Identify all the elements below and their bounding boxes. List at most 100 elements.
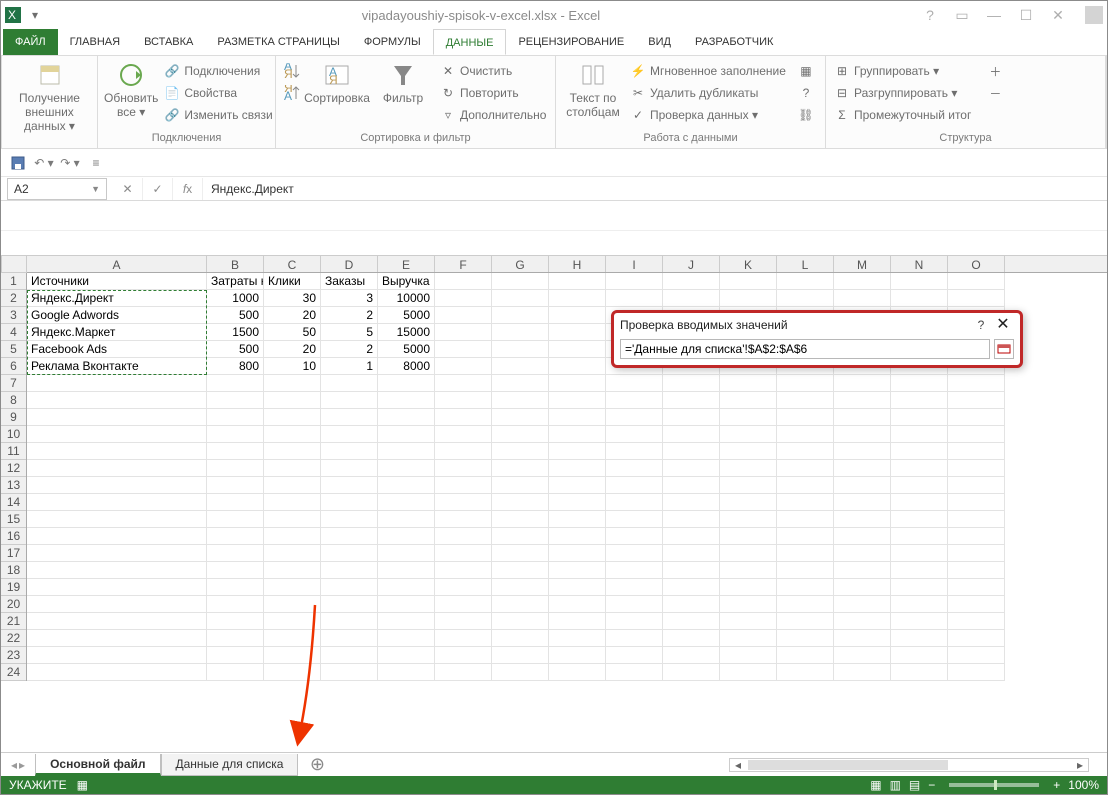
cell[interactable] bbox=[777, 477, 834, 494]
cell[interactable] bbox=[777, 596, 834, 613]
cell[interactable] bbox=[948, 613, 1005, 630]
cell[interactable] bbox=[264, 613, 321, 630]
cell[interactable] bbox=[606, 545, 663, 562]
cell[interactable] bbox=[264, 647, 321, 664]
cell[interactable] bbox=[549, 375, 606, 392]
cell[interactable] bbox=[720, 494, 777, 511]
consolidate-button[interactable]: ▦ bbox=[796, 60, 816, 82]
cell[interactable]: 5000 bbox=[378, 341, 435, 358]
flash-fill-button[interactable]: ⚡Мгновенное заполнение bbox=[628, 60, 788, 82]
tab-formulas[interactable]: ФОРМУЛЫ bbox=[352, 29, 433, 55]
fx-button[interactable]: fx bbox=[173, 178, 203, 200]
cell[interactable] bbox=[435, 494, 492, 511]
data-validation-dialog[interactable]: Проверка вводимых значений ? ✕ bbox=[611, 310, 1023, 368]
advanced-filter-button[interactable]: ▿Дополнительно bbox=[438, 104, 548, 126]
row-header-9[interactable]: 9 bbox=[1, 409, 26, 426]
cell[interactable] bbox=[435, 630, 492, 647]
edit-links-button[interactable]: 🔗Изменить связи bbox=[162, 104, 274, 126]
cell[interactable] bbox=[720, 443, 777, 460]
cell[interactable] bbox=[321, 528, 378, 545]
row-header-16[interactable]: 16 bbox=[1, 528, 26, 545]
cell[interactable]: 50 bbox=[264, 324, 321, 341]
help-icon[interactable]: ? bbox=[919, 7, 941, 23]
cell[interactable] bbox=[777, 392, 834, 409]
cell[interactable] bbox=[948, 409, 1005, 426]
cell[interactable] bbox=[606, 579, 663, 596]
cell[interactable] bbox=[264, 545, 321, 562]
cell[interactable] bbox=[834, 460, 891, 477]
cell[interactable] bbox=[891, 477, 948, 494]
cell[interactable] bbox=[492, 477, 549, 494]
cell[interactable] bbox=[492, 426, 549, 443]
properties-button[interactable]: 📄Свойства bbox=[162, 82, 274, 104]
cell[interactable] bbox=[27, 375, 207, 392]
cell[interactable] bbox=[27, 545, 207, 562]
cell[interactable] bbox=[435, 426, 492, 443]
cell[interactable] bbox=[777, 511, 834, 528]
cell[interactable]: 800 bbox=[207, 358, 264, 375]
row-header-24[interactable]: 24 bbox=[1, 664, 26, 681]
cell[interactable] bbox=[663, 613, 720, 630]
cell[interactable] bbox=[663, 494, 720, 511]
cell[interactable] bbox=[321, 630, 378, 647]
cell[interactable] bbox=[207, 460, 264, 477]
cell[interactable] bbox=[777, 562, 834, 579]
row-header-6[interactable]: 6 bbox=[1, 358, 26, 375]
cell[interactable] bbox=[891, 426, 948, 443]
cell[interactable] bbox=[891, 273, 948, 290]
cell[interactable] bbox=[606, 647, 663, 664]
cell[interactable] bbox=[207, 477, 264, 494]
cell[interactable] bbox=[777, 426, 834, 443]
sheet-tab-main[interactable]: Основной файл bbox=[35, 754, 160, 776]
ribbon-options-icon[interactable]: ▭ bbox=[951, 7, 973, 24]
col-header-H[interactable]: H bbox=[549, 256, 606, 272]
cell[interactable] bbox=[777, 630, 834, 647]
cell[interactable] bbox=[321, 596, 378, 613]
select-all-corner[interactable] bbox=[1, 255, 27, 273]
cell[interactable] bbox=[891, 596, 948, 613]
horizontal-scrollbar[interactable]: ◂ ▸ bbox=[729, 758, 1089, 772]
cell[interactable] bbox=[321, 409, 378, 426]
cell[interactable] bbox=[492, 324, 549, 341]
cell[interactable]: 500 bbox=[207, 341, 264, 358]
cell[interactable] bbox=[891, 290, 948, 307]
row-header-5[interactable]: 5 bbox=[1, 341, 26, 358]
macro-record-icon[interactable]: ▦ bbox=[77, 778, 88, 792]
cell[interactable] bbox=[378, 664, 435, 681]
cell[interactable] bbox=[435, 375, 492, 392]
cell[interactable]: Facebook Ads bbox=[27, 341, 207, 358]
cell[interactable] bbox=[207, 613, 264, 630]
cell[interactable] bbox=[663, 528, 720, 545]
cell[interactable] bbox=[549, 664, 606, 681]
cell[interactable] bbox=[834, 443, 891, 460]
cell[interactable] bbox=[264, 664, 321, 681]
cell[interactable] bbox=[663, 460, 720, 477]
cell[interactable] bbox=[663, 647, 720, 664]
row-headers[interactable]: 123456789101112131415161718192021222324 bbox=[1, 273, 27, 681]
cell[interactable] bbox=[834, 477, 891, 494]
cell[interactable] bbox=[492, 443, 549, 460]
cell[interactable] bbox=[720, 613, 777, 630]
cell[interactable] bbox=[891, 460, 948, 477]
cell[interactable] bbox=[264, 511, 321, 528]
cell[interactable] bbox=[891, 613, 948, 630]
cell[interactable] bbox=[948, 562, 1005, 579]
cell[interactable]: 5000 bbox=[378, 307, 435, 324]
cell[interactable] bbox=[948, 579, 1005, 596]
cell[interactable] bbox=[321, 477, 378, 494]
cell[interactable] bbox=[948, 273, 1005, 290]
clear-filter-button[interactable]: ✕Очистить bbox=[438, 60, 548, 82]
cell[interactable] bbox=[549, 511, 606, 528]
subtotal-button[interactable]: ΣПромежуточный итог bbox=[832, 104, 973, 126]
cell[interactable] bbox=[777, 579, 834, 596]
cell[interactable] bbox=[321, 460, 378, 477]
cell[interactable] bbox=[663, 511, 720, 528]
cell[interactable] bbox=[606, 290, 663, 307]
cell[interactable] bbox=[777, 545, 834, 562]
cell[interactable]: 15000 bbox=[378, 324, 435, 341]
cell[interactable] bbox=[720, 630, 777, 647]
cell[interactable] bbox=[720, 647, 777, 664]
cell[interactable] bbox=[27, 426, 207, 443]
cell[interactable] bbox=[663, 562, 720, 579]
cell[interactable] bbox=[720, 273, 777, 290]
